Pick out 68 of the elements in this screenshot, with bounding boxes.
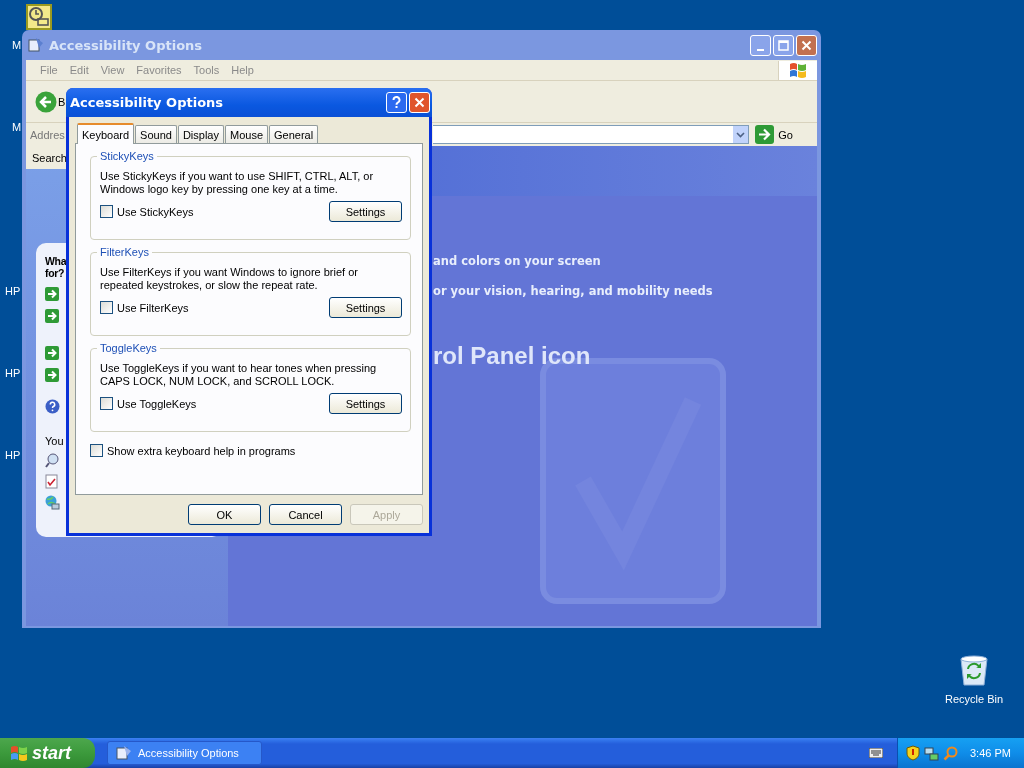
close-button[interactable] <box>796 34 817 56</box>
arrow-icon[interactable] <box>45 368 59 382</box>
close-button[interactable] <box>409 92 430 113</box>
shield-icon[interactable] <box>906 745 920 761</box>
icon-label: M <box>12 39 22 51</box>
taskbar-button[interactable]: Accessibility Options <box>107 741 262 765</box>
checkbox[interactable]: Use StickyKeys <box>100 205 194 218</box>
minimize-icon <box>757 48 764 51</box>
content-heading: rol Panel icon <box>433 342 592 370</box>
close-icon <box>801 39 812 51</box>
content-text: or your vision, hearing, and mobility needs <box>433 284 714 298</box>
settings-button[interactable]: Settings <box>329 297 402 318</box>
document-check-icon[interactable] <box>45 474 58 489</box>
help-icon[interactable] <box>45 399 60 414</box>
content-text: and colors on your screen <box>433 254 602 268</box>
group-title: FilterKeys <box>97 246 152 258</box>
group-title: ToggleKeys <box>97 342 160 354</box>
settings-button[interactable]: Settings <box>329 201 402 222</box>
address-field[interactable] <box>433 125 750 144</box>
bubble-heading: Wha <box>45 255 67 267</box>
arrow-icon[interactable] <box>45 346 59 360</box>
accessibility-icon <box>116 745 132 761</box>
arrow-icon[interactable] <box>45 309 59 323</box>
settings-button[interactable]: Settings <box>329 393 402 414</box>
window-title: Accessibility Options <box>49 37 203 53</box>
question-mark-icon <box>391 96 402 109</box>
minimize-button[interactable] <box>750 34 771 56</box>
network-icon[interactable] <box>924 745 939 761</box>
close-icon <box>414 97 425 108</box>
address-label: Addres <box>30 128 65 141</box>
windows-logo-icon <box>789 62 807 78</box>
tab[interactable]: Keyboard <box>77 123 135 144</box>
dialog-button[interactable]: OK <box>188 504 261 525</box>
group-description: Use StickyKeys if you want to use SHIFT, CTRL, ALT, or Windows logo key by pressing one key at a time. <box>100 170 375 196</box>
help-button[interactable] <box>386 92 407 113</box>
globe-computer-icon[interactable] <box>45 495 60 510</box>
checkbox[interactable]: Use FilterKeys <box>100 301 189 314</box>
group-description: Use ToggleKeys if you want to hear tones when pressing CAPS LOCK, NUM LOCK, and SCROLL LOCK. <box>100 362 378 388</box>
dialog-title: Accessibility Options <box>70 95 225 110</box>
maximize-icon <box>778 39 789 51</box>
bubble-text: You <box>45 435 64 447</box>
group-title: StickyKeys <box>97 150 157 162</box>
checkbox[interactable]: Use ToggleKeys <box>100 397 197 410</box>
dialog-button[interactable]: Cancel <box>269 504 342 525</box>
icon-label: HP <box>5 367 21 379</box>
maximize-button[interactable] <box>773 34 794 56</box>
icon-label: HP <box>5 449 21 461</box>
recycle-bin-icon[interactable] <box>959 655 989 687</box>
group-description: Use FilterKeys if you want Windows to ignore brief or repeated keystrokes, or slow the repeat rate. <box>100 266 359 292</box>
back-button[interactable]: B <box>35 90 66 113</box>
tab[interactable]: Display <box>177 125 224 143</box>
icon-label: M <box>12 121 22 133</box>
magnifier-icon[interactable] <box>45 453 60 468</box>
icon-label: Recycle Bin <box>944 693 1004 705</box>
bubble-heading: for? <box>45 267 66 279</box>
tab[interactable]: General <box>269 125 319 143</box>
checkbox[interactable]: Show extra keyboard help in programs <box>90 444 296 457</box>
clock-icon[interactable] <box>26 4 52 30</box>
icon-label: HP <box>5 285 21 297</box>
start-button[interactable]: start <box>0 738 95 768</box>
go-button[interactable]: Go <box>753 125 817 144</box>
windows-logo-icon <box>10 745 28 761</box>
clock: 3:46 PM <box>970 747 1011 759</box>
arrow-icon[interactable] <box>45 287 59 301</box>
keyboard-icon[interactable] <box>869 748 883 758</box>
accessibility-icon <box>28 37 44 53</box>
tab[interactable]: Mouse <box>225 125 268 143</box>
tab[interactable]: Sound <box>135 125 177 143</box>
